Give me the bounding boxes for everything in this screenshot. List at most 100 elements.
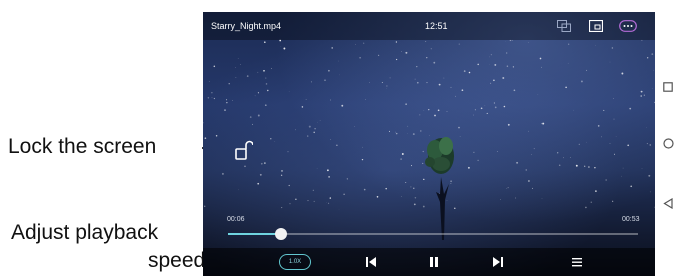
- star: [629, 107, 632, 110]
- star: [614, 153, 615, 155]
- star: [400, 158, 402, 160]
- progress-thumb[interactable]: [275, 228, 288, 240]
- star: [359, 57, 361, 59]
- star: [203, 122, 204, 124]
- next-icon[interactable]: [490, 254, 506, 270]
- star: [473, 151, 475, 153]
- star: [611, 47, 614, 49]
- star: [280, 174, 283, 176]
- star: [609, 142, 611, 144]
- star: [563, 157, 564, 159]
- callout-playback-speed-line1: Adjust playback: [11, 221, 159, 244]
- screen-mode-icon[interactable]: [587, 17, 605, 35]
- star: [401, 153, 404, 155]
- star: [649, 191, 651, 193]
- star: [612, 200, 614, 202]
- star: [264, 162, 266, 164]
- star: [512, 66, 515, 68]
- star: [401, 51, 402, 52]
- star: [434, 114, 436, 117]
- star: [405, 103, 407, 105]
- star: [240, 64, 242, 65]
- star: [237, 58, 239, 59]
- star: [208, 81, 210, 82]
- star: [575, 164, 578, 167]
- star: [648, 174, 651, 177]
- star: [586, 69, 588, 71]
- unlock-icon[interactable]: [233, 140, 254, 162]
- star: [515, 197, 517, 199]
- video-player[interactable]: Starry_Night.mp4 12:51 00:06 00:53 1.0X: [203, 12, 665, 276]
- star: [419, 114, 421, 116]
- star: [213, 97, 216, 100]
- star: [377, 54, 380, 57]
- star: [532, 187, 533, 189]
- star: [477, 159, 479, 162]
- star: [235, 77, 237, 79]
- star: [500, 199, 501, 200]
- star: [647, 57, 649, 59]
- star: [405, 51, 408, 54]
- star: [204, 137, 207, 140]
- star: [480, 107, 483, 110]
- pause-icon[interactable]: [426, 254, 442, 270]
- star: [288, 184, 290, 187]
- star: [450, 86, 452, 88]
- star: [513, 89, 516, 92]
- star: [226, 99, 228, 101]
- star: [490, 54, 492, 56]
- star: [238, 189, 239, 191]
- star: [257, 182, 260, 185]
- star: [232, 100, 233, 101]
- star: [594, 167, 596, 169]
- star: [362, 146, 363, 148]
- star: [407, 125, 409, 127]
- star: [455, 95, 457, 97]
- star: [489, 56, 490, 58]
- star: [539, 57, 542, 60]
- star: [525, 169, 527, 171]
- star: [251, 123, 254, 125]
- star: [493, 102, 495, 104]
- callout-playback-speed-line2: speed: [148, 249, 206, 272]
- star: [516, 161, 519, 164]
- star: [254, 95, 256, 97]
- star: [207, 97, 210, 99]
- star: [385, 187, 387, 190]
- star: [267, 89, 269, 92]
- star: [389, 130, 390, 132]
- star: [330, 139, 332, 140]
- star: [494, 106, 497, 109]
- star: [341, 104, 344, 107]
- star: [257, 71, 259, 73]
- picture-in-picture-icon[interactable]: [555, 17, 573, 35]
- star: [603, 109, 605, 111]
- more-options-icon[interactable]: [619, 17, 637, 35]
- star: [264, 41, 266, 43]
- star: [289, 203, 291, 205]
- star: [361, 158, 364, 161]
- playlist-icon[interactable]: [569, 254, 585, 270]
- star: [395, 131, 396, 133]
- back-icon[interactable]: [661, 196, 675, 210]
- star: [443, 77, 445, 79]
- progress-track[interactable]: [228, 233, 638, 235]
- progress-fill: [228, 233, 282, 235]
- star: [558, 164, 561, 166]
- star: [259, 173, 262, 176]
- star: [395, 132, 398, 135]
- star: [649, 144, 651, 146]
- star: [416, 81, 419, 84]
- recent-apps-icon[interactable]: [661, 80, 675, 94]
- star: [354, 126, 355, 128]
- star: [494, 63, 497, 66]
- home-icon[interactable]: [661, 136, 675, 150]
- playback-speed-button[interactable]: 1.0X: [279, 254, 311, 270]
- star: [330, 99, 332, 101]
- star: [595, 190, 597, 192]
- star: [461, 89, 464, 92]
- star: [640, 90, 643, 93]
- star: [484, 105, 486, 106]
- previous-icon[interactable]: [363, 254, 379, 270]
- star: [264, 104, 267, 107]
